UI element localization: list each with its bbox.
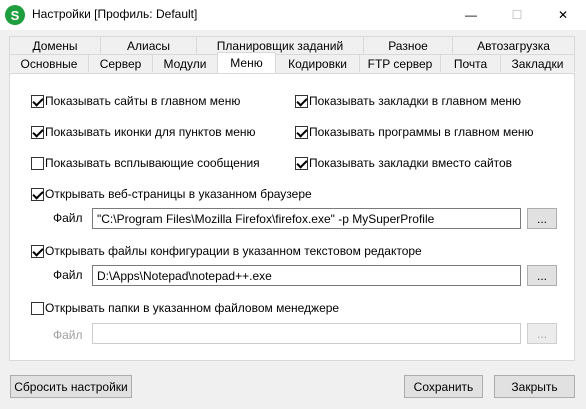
window-title: Настройки [Профиль: Default]: [32, 7, 198, 21]
tab-menu[interactable]: Меню: [217, 52, 276, 73]
browser-browse-button[interactable]: ...: [527, 208, 557, 229]
filemanager-path-input[interactable]: [92, 323, 521, 344]
tab-bookmarks[interactable]: Закладки: [500, 54, 575, 72]
tab-main[interactable]: Основные: [9, 54, 89, 72]
show-sites-label: Показывать сайты в главном меню: [45, 94, 241, 108]
show-popups-label: Показывать всплывающие сообщения: [45, 156, 260, 170]
filemanager-browse-button[interactable]: ...: [527, 323, 557, 344]
bookmarks-instead-label: Показывать закладки вместо сайтов: [309, 156, 513, 170]
browser-path-input[interactable]: "C:\Program Files\Mozilla Firefox\firefo…: [92, 208, 521, 229]
open-browser-checkbox[interactable]: [31, 188, 44, 201]
show-popups-checkbox[interactable]: [31, 157, 44, 170]
show-icons-label: Показывать иконки для пунктов меню: [45, 125, 256, 139]
maximize-icon: ☐: [511, 8, 523, 22]
maximize-button[interactable]: ☐: [494, 0, 540, 30]
tab-misc[interactable]: Разное: [363, 36, 453, 54]
editor-file-label: Файл: [53, 268, 83, 282]
minimize-icon: —: [465, 8, 477, 22]
open-filemanager-checkbox[interactable]: [31, 302, 44, 315]
app-logo-icon: S: [5, 5, 25, 25]
open-browser-label: Открывать веб-страницы в указанном брауз…: [45, 187, 312, 201]
tab-mail[interactable]: Почта: [440, 54, 501, 72]
show-programs-checkbox[interactable]: [295, 126, 308, 139]
tab-server[interactable]: Сервер: [88, 54, 153, 72]
tab-aliases[interactable]: Алиасы: [100, 36, 197, 54]
open-filemanager-label: Открывать папки в указанном файловом мен…: [45, 301, 340, 315]
open-editor-label: Открывать файлы конфигурации в указанном…: [45, 244, 422, 258]
browser-file-label: Файл: [53, 211, 83, 225]
editor-path-input[interactable]: D:\Apps\Notepad\notepad++.exe: [92, 265, 521, 286]
reset-settings-button[interactable]: Сбросить настройки: [10, 375, 132, 398]
open-editor-checkbox[interactable]: [31, 245, 44, 258]
tab-autostart[interactable]: Автозагрузка: [452, 36, 575, 54]
tab-ftp-server[interactable]: FTP сервер: [359, 54, 441, 72]
show-sites-checkbox[interactable]: [31, 95, 44, 108]
bookmarks-instead-checkbox[interactable]: [295, 157, 308, 170]
show-bookmarks-label: Показывать закладки в главном меню: [309, 94, 522, 108]
show-programs-label: Показывать программы в главном меню: [309, 125, 534, 139]
tab-encodings[interactable]: Кодировки: [275, 54, 360, 72]
close-window-button[interactable]: ✕: [540, 0, 586, 30]
show-bookmarks-checkbox[interactable]: [295, 95, 308, 108]
close-icon: ✕: [557, 8, 569, 22]
show-icons-checkbox[interactable]: [31, 126, 44, 139]
save-button[interactable]: Сохранить: [404, 375, 483, 398]
minimize-button[interactable]: —: [448, 0, 494, 30]
tab-domains[interactable]: Домены: [9, 36, 101, 54]
editor-browse-button[interactable]: ...: [527, 265, 557, 286]
close-button[interactable]: Закрыть: [494, 375, 575, 398]
tab-modules[interactable]: Модули: [152, 54, 218, 72]
filemanager-file-label: Файл: [53, 328, 83, 342]
